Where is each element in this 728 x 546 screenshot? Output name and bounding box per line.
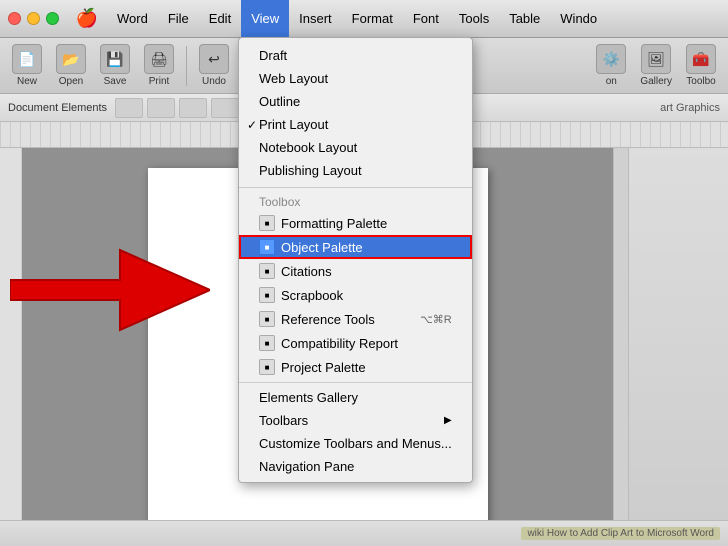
menu-item-toolbars[interactable]: Toolbars ▶ bbox=[239, 409, 472, 432]
menu-item-draft[interactable]: Draft bbox=[239, 44, 472, 67]
menu-edit[interactable]: Edit bbox=[199, 0, 241, 37]
menu-item-customize[interactable]: Customize Toolbars and Menus... bbox=[239, 432, 472, 455]
menu-item-formatting-palette[interactable]: ■ Formatting Palette bbox=[239, 211, 472, 235]
title-bar: 🍎 Word File Edit View Insert Format Font… bbox=[0, 0, 728, 38]
menu-item-outline[interactable]: Outline bbox=[239, 90, 472, 113]
menu-insert[interactable]: Insert bbox=[289, 0, 342, 37]
menu-item-publishing-layout[interactable]: Publishing Layout bbox=[239, 159, 472, 182]
save-button[interactable]: 💾 Save bbox=[96, 42, 134, 89]
menu-table[interactable]: Table bbox=[499, 0, 550, 37]
gallery-icon: 🖼 bbox=[641, 44, 671, 74]
new-icon: 📄 bbox=[12, 44, 42, 74]
menu-item-scrapbook[interactable]: ■ Scrapbook bbox=[239, 283, 472, 307]
on-icon: ⚙️ bbox=[596, 44, 626, 74]
menu-word[interactable]: Word bbox=[107, 0, 158, 37]
compatibility-report-icon: ■ bbox=[259, 335, 275, 351]
toolbox-icon: 🧰 bbox=[686, 44, 716, 74]
toolbars-submenu-arrow: ▶ bbox=[444, 415, 452, 426]
apple-menu[interactable]: 🍎 bbox=[67, 8, 107, 29]
menu-tools[interactable]: Tools bbox=[449, 0, 499, 37]
menu-view[interactable]: View bbox=[241, 0, 289, 37]
menu-item-notebook-layout[interactable]: Notebook Layout bbox=[239, 136, 472, 159]
menu-item-project-palette[interactable]: ■ Project Palette bbox=[239, 355, 472, 379]
menu-item-web-layout[interactable]: Web Layout bbox=[239, 67, 472, 90]
menu-font[interactable]: Font bbox=[403, 0, 449, 37]
toolbox-section-label: Toolbox bbox=[239, 191, 472, 211]
close-button[interactable] bbox=[8, 12, 21, 25]
menu-window[interactable]: Windo bbox=[550, 0, 607, 37]
menu-item-navigation-pane[interactable]: Navigation Pane bbox=[239, 455, 472, 478]
open-icon: 📂 bbox=[56, 44, 86, 74]
minimize-button[interactable] bbox=[27, 12, 40, 25]
scrapbook-icon: ■ bbox=[259, 287, 275, 303]
menu-format[interactable]: Format bbox=[342, 0, 403, 37]
gallery-item[interactable] bbox=[115, 98, 143, 118]
reference-tools-icon: ■ bbox=[259, 311, 275, 327]
bottom-bar: wiki How to Add Clip Art to Microsoft Wo… bbox=[0, 520, 728, 546]
toolbar-separator bbox=[186, 46, 187, 86]
reference-tools-shortcut: ⌥⌘R bbox=[420, 313, 452, 326]
new-button[interactable]: 📄 New bbox=[8, 42, 46, 89]
menu-item-elements-gallery[interactable]: Elements Gallery bbox=[239, 386, 472, 409]
menu-divider-2 bbox=[239, 382, 472, 383]
citations-icon: ■ bbox=[259, 263, 275, 279]
window-controls bbox=[0, 12, 67, 25]
toolbox-button[interactable]: 🧰 Toolbo bbox=[682, 42, 720, 89]
undo-icon: ↩ bbox=[199, 44, 229, 74]
menu-bar: Word File Edit View Insert Format Font T… bbox=[107, 0, 728, 37]
menu-divider-1 bbox=[239, 187, 472, 188]
layout-section: Draft Web Layout Outline Print Layout No… bbox=[239, 42, 472, 184]
gallery-item[interactable] bbox=[211, 98, 239, 118]
art-graphics-label: art Graphics bbox=[660, 102, 720, 114]
on-button[interactable]: ⚙️ on bbox=[592, 42, 630, 89]
print-icon: 🖨 bbox=[144, 44, 174, 74]
menu-item-compatibility-report[interactable]: ■ Compatibility Report bbox=[239, 331, 472, 355]
apple-icon: 🍎 bbox=[76, 8, 98, 29]
view-dropdown-menu: Draft Web Layout Outline Print Layout No… bbox=[238, 37, 473, 483]
doc-elements-label: Document Elements bbox=[8, 102, 107, 114]
gallery-item[interactable] bbox=[179, 98, 207, 118]
project-palette-icon: ■ bbox=[259, 359, 275, 375]
print-button[interactable]: 🖨 Print bbox=[140, 42, 178, 89]
gallery-button[interactable]: 🖼 Gallery bbox=[636, 42, 676, 89]
wiki-watermark: wiki How to Add Clip Art to Microsoft Wo… bbox=[521, 527, 720, 540]
menu-item-reference-tools[interactable]: ■ Reference Tools ⌥⌘R bbox=[239, 307, 472, 331]
gallery-item[interactable] bbox=[147, 98, 175, 118]
menu-item-object-palette[interactable]: ■ Object Palette bbox=[239, 235, 472, 259]
maximize-button[interactable] bbox=[46, 12, 59, 25]
right-panel bbox=[628, 148, 728, 546]
vertical-scrollbar[interactable] bbox=[613, 148, 628, 546]
save-icon: 💾 bbox=[100, 44, 130, 74]
menu-file[interactable]: File bbox=[158, 0, 199, 37]
menu-item-citations[interactable]: ■ Citations bbox=[239, 259, 472, 283]
vertical-ruler bbox=[0, 148, 22, 546]
object-palette-icon: ■ bbox=[259, 239, 275, 255]
open-button[interactable]: 📂 Open bbox=[52, 42, 90, 89]
formatting-palette-icon: ■ bbox=[259, 215, 275, 231]
undo-button[interactable]: ↩ Undo bbox=[195, 42, 233, 89]
menu-item-print-layout[interactable]: Print Layout bbox=[239, 113, 472, 136]
